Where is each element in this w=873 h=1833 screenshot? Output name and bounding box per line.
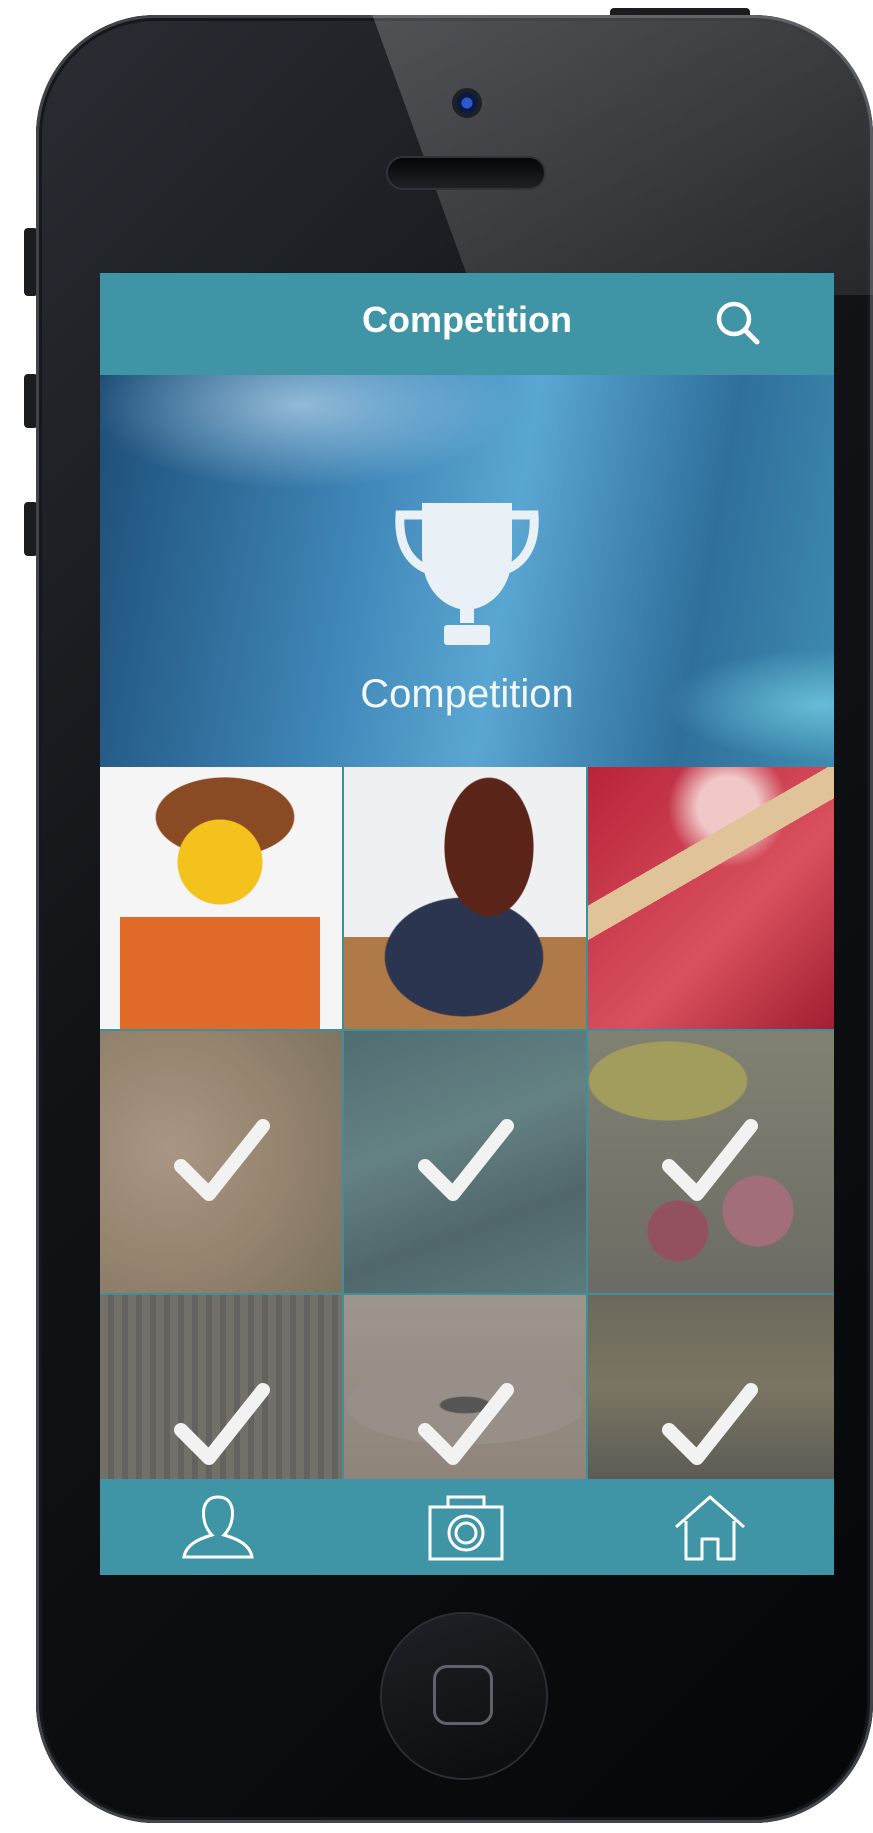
home-icon[interactable] [670,1491,750,1563]
red-pencil-drawing-photo [588,767,834,1029]
photo-tile[interactable] [100,1031,342,1293]
lego-figure-photo [100,767,342,1029]
photo-tile[interactable] [344,767,586,1029]
search-icon[interactable] [710,295,770,355]
home-button-square-icon [433,1665,493,1725]
camera-icon[interactable] [426,1491,506,1563]
earpiece-speaker [388,158,544,188]
checkmark-icon [174,1119,270,1201]
photo-tile[interactable] [100,1295,342,1479]
photo-tile[interactable] [344,1295,586,1479]
checkmark-icon [418,1383,514,1465]
photo-tile[interactable] [588,1295,834,1479]
photo-tile[interactable] [100,767,342,1029]
girl-with-phone-photo [344,767,586,1029]
navigation-bar: Competition [100,273,834,375]
person-icon[interactable] [178,1491,258,1563]
tab-bar [100,1479,834,1575]
checkmark-icon [418,1119,514,1201]
trophy-icon [395,503,539,645]
photo-tile[interactable] [344,1031,586,1293]
competition-banner[interactable]: Competition [100,375,834,767]
checkmark-icon [662,1383,758,1465]
app-screen: Competition Competition [100,273,834,1575]
checkmark-icon [662,1119,758,1201]
checkmark-icon [174,1383,270,1465]
banner-label: Competition [360,672,574,716]
photo-tile[interactable] [588,1031,834,1293]
front-camera [452,88,482,118]
photo-tile[interactable] [588,767,834,1029]
photo-grid [100,767,834,1479]
